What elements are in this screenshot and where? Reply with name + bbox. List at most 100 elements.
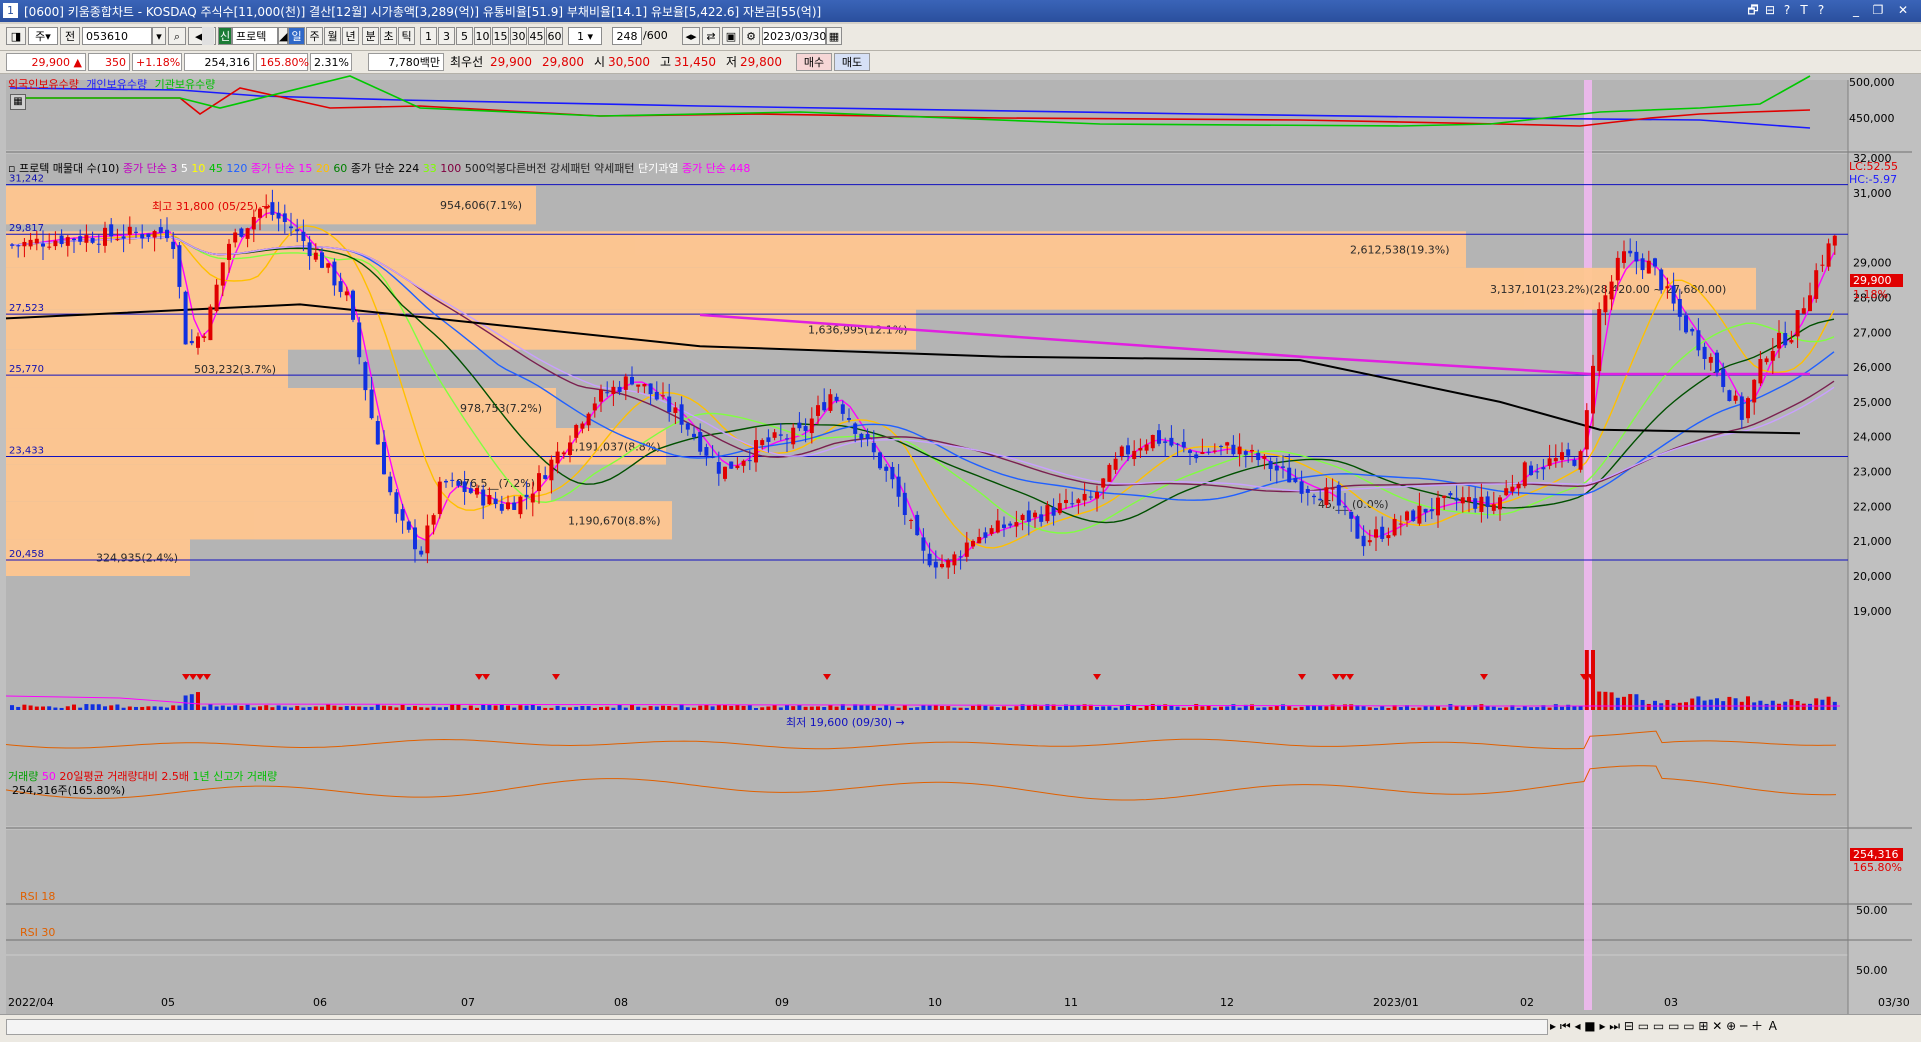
price-legend-item: 종가 단순 15 [250,162,316,175]
candle-body [1237,446,1242,455]
minute-30-button[interactable]: 30 [510,27,527,45]
close-button[interactable]: ✕ [1895,3,1911,18]
search-icon[interactable]: ⌕ [168,27,186,45]
period-year-button[interactable]: 년 [342,27,359,45]
candle-body [909,519,913,521]
candle-body [1405,511,1409,521]
candle-body [1398,523,1403,525]
volume-bar [549,707,554,710]
period-week-button[interactable]: 주 [306,27,323,45]
minute-5-button[interactable]: 5 [456,27,473,45]
help-icon[interactable]: ? [1779,3,1795,18]
candle-body [47,246,52,248]
scroll-track[interactable] [6,1019,1548,1035]
candle-body [245,228,250,239]
minute-1-button[interactable]: 1 [420,27,437,45]
candle-body [1132,450,1137,460]
candle-body [183,291,188,345]
volume-bar [134,706,138,710]
volume-bar [239,705,244,710]
volume-bar [599,707,603,710]
font-icon[interactable]: T [1796,3,1812,18]
minute-10-button[interactable]: 10 [474,27,491,45]
candle-body [1609,281,1614,300]
candle-body [1088,496,1093,498]
count-input[interactable]: 248 [612,27,642,45]
volume-bar [313,706,318,710]
level-label: 29,817 [9,223,44,234]
maximize-button[interactable]: ❐ [1870,3,1886,18]
volume-bar [338,706,343,710]
link-icon[interactable]: ⊟ [1762,3,1778,18]
price-legend-item: 약세패턴 [593,162,638,175]
volume-bar [28,705,33,710]
period-second-button[interactable]: 초 [380,27,397,45]
all-button[interactable]: 전 [60,27,80,45]
candle-body [400,509,405,521]
volume-bar [1429,706,1434,710]
chart-area[interactable]: 954,606(7.1%) 2,612,538(19.3%) 3,137,101(2… [0,74,1921,1014]
candle-body [332,261,337,286]
candle-body [1336,484,1341,506]
settings-icon[interactable]: ⚙ [742,27,760,45]
period-select[interactable]: 주▾ [28,27,58,45]
candle-body [989,528,994,534]
candle-body [1268,460,1273,469]
info-icon[interactable]: ? [1813,3,1829,18]
link-chart-icon[interactable]: ⇄ [702,27,720,45]
candle-body [233,232,238,243]
candle-body [1423,508,1428,513]
minute-15-button[interactable]: 15 [492,27,509,45]
period-minute-button[interactable]: 분 [362,27,379,45]
price-legend-item: 종가 단순 224 [350,162,423,175]
scroll-nav-icons[interactable]: ▸ ⏮ ◂ ■ ▸ ⏭ ⊟ ▭ ▭ ▭ ▭ ⊞ ✕ ⊕ ─ ＋ Ａ [1550,1017,1779,1034]
quote-bar: 29,900 ▲ 350 +1.18% 254,316 165.80% 2.31… [0,51,1921,74]
title-bar: 1 [0600] 키움종합차트 - KOSDAQ 주식수[11,000(천)] … [0,0,1921,22]
calendar-icon[interactable]: ▦ [826,27,842,45]
minute-3-button[interactable]: 3 [438,27,455,45]
volume-bar [1789,699,1794,710]
best-ask: 29,900 [490,55,532,69]
volume-bar [1603,691,1608,710]
sell-button[interactable]: 매도 [834,53,870,71]
volume-bar [921,704,926,710]
candle-body [983,532,988,538]
chart-canvas[interactable]: 954,606(7.1%)2,612,538(19.3%)3,137,101(2… [0,74,1921,1014]
period-tick-button[interactable]: 틱 [398,27,415,45]
period-month-button[interactable]: 월 [324,27,341,45]
save-icon[interactable]: ▣ [722,27,740,45]
minimize-button[interactable]: _ [1848,3,1864,18]
prev-icon[interactable]: ◂▸ [682,27,700,45]
window-number-icon[interactable]: 1 [3,3,18,18]
candle-body [208,306,213,341]
candle-body [1039,514,1044,522]
chart-menu-icon[interactable]: ◨ [6,27,26,45]
tile-icon[interactable]: 🗗 [1745,3,1761,18]
candle-body [1733,395,1738,401]
buy-button[interactable]: 매수 [796,53,832,71]
minute-select[interactable]: 1 ▾ [568,27,602,45]
stock-name-field[interactable]: 프로텍 [232,27,278,45]
candle-body [971,540,975,547]
horizontal-scrollbar[interactable]: ▸ ⏮ ◂ ■ ▸ ⏭ ⊟ ▭ ▭ ▭ ▭ ⊞ ✕ ⊕ ─ ＋ Ａ [0,1014,1921,1042]
code-dropdown-icon[interactable]: ▾ [152,27,166,45]
candle-body [1677,299,1682,317]
date-input[interactable]: 2023/03/30 [762,27,826,45]
holding-legend: 외국인보유수량 개인보유수량 기관보유수량 [8,76,215,92]
candle-body [1808,295,1812,312]
stock-dropdown-icon[interactable]: ◢ [278,27,288,45]
volume-bar [673,707,678,710]
period-day-button[interactable]: 일 [288,27,305,45]
code-input[interactable]: 053610 [82,27,152,45]
change-value: 350 [88,53,130,71]
candle-body [1615,257,1620,281]
date-axis: 2022/04 05 06 07 08 09 10 11 12 2023/01 02 03 03/30 [0,996,1921,1012]
minute-60-button[interactable]: 60 [546,27,563,45]
price-legend-item: 종가 단순 448 [681,162,751,175]
panel-settings-icon[interactable]: ▦ [10,94,26,110]
minute-45-button[interactable]: 45 [528,27,545,45]
volume-bar [1597,691,1602,710]
candle-body [437,481,442,514]
candle-body [1008,523,1013,526]
candle-body [202,336,207,338]
